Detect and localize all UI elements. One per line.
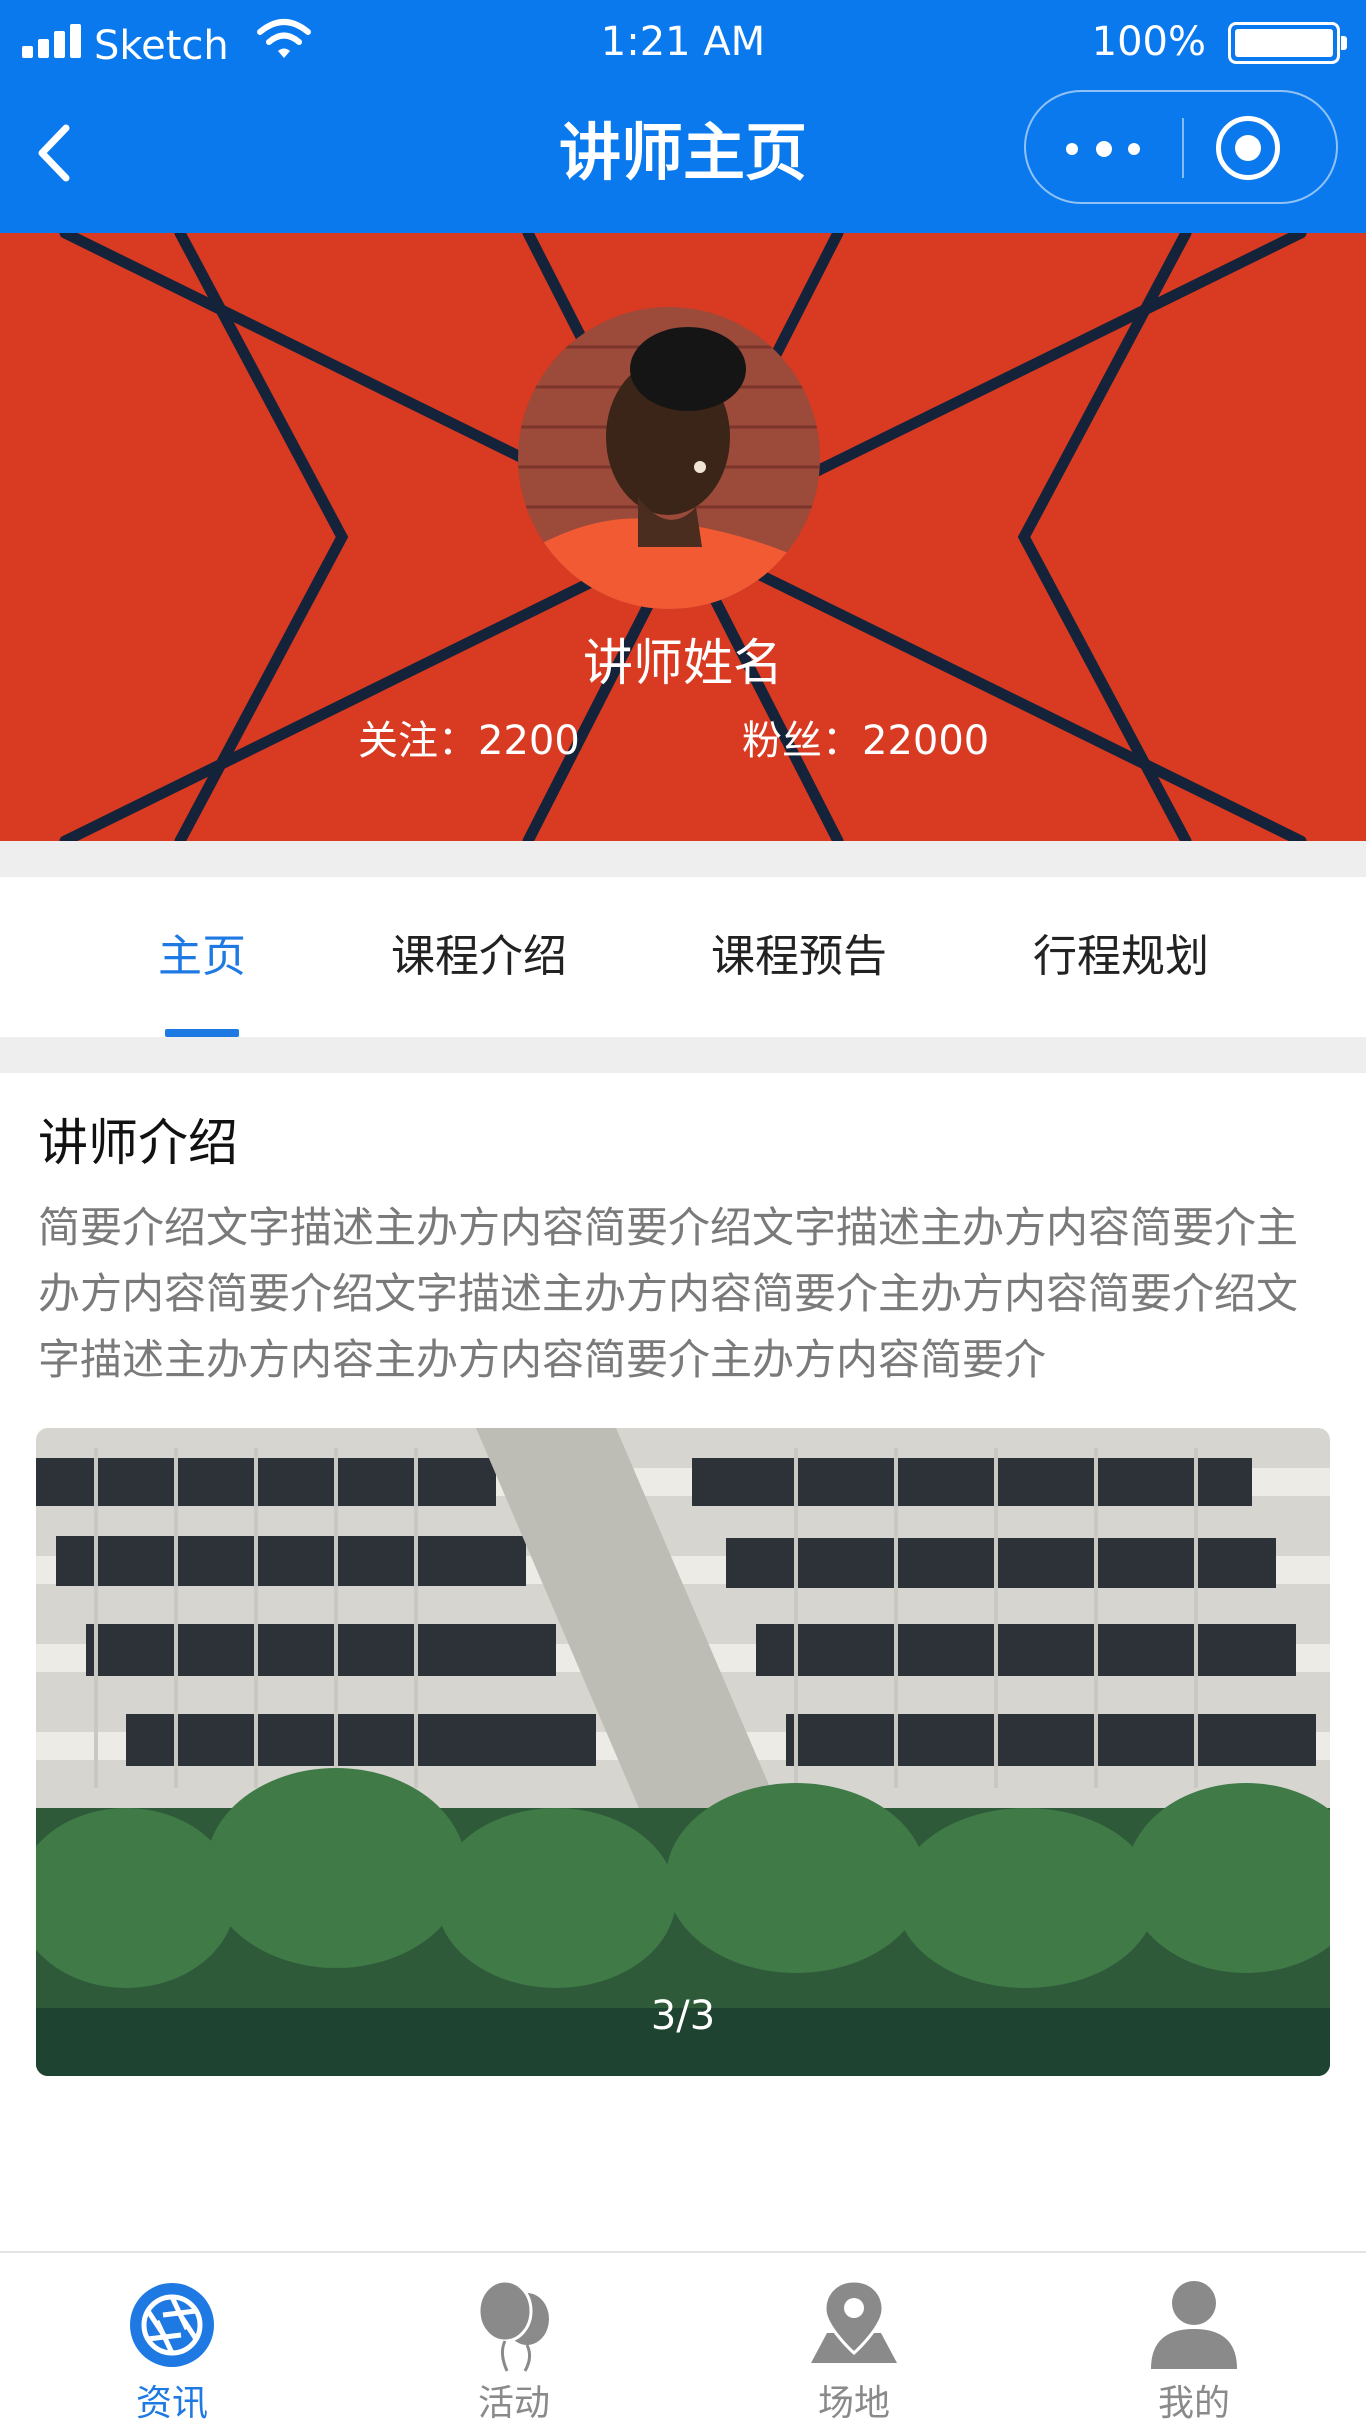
teacher-name: 讲师姓名 — [583, 634, 783, 692]
tabbar-item-venues[interactable]: 场地 — [754, 2253, 954, 2432]
tab-course-intro[interactable]: 课程介绍 — [368, 877, 590, 1037]
battery-icon — [1228, 22, 1347, 64]
battery-percent: 100% — [1091, 19, 1206, 65]
building-photo — [36, 1428, 1330, 2076]
tab-label: 课程预告 — [711, 931, 887, 982]
tabbar-label: 我的 — [1157, 2383, 1230, 2424]
avatar — [518, 307, 820, 609]
section-title: 讲师介绍 — [38, 1114, 238, 1172]
tabbar-item-news[interactable]: 资讯 — [72, 2253, 272, 2432]
profile-banner: 讲师姓名 关注：2200 粉丝：22000 — [0, 233, 1366, 841]
balloons-icon — [477, 2279, 549, 2372]
mini-program-capsule — [1024, 90, 1338, 204]
more-icon[interactable] — [1066, 116, 1152, 180]
tabbar-item-mine[interactable]: 我的 — [1094, 2253, 1294, 2432]
profile-tabs: 主页 课程介绍 课程预告 行程规划 — [0, 877, 1366, 1037]
tabbar-label: 资讯 — [135, 2383, 208, 2424]
tab-home[interactable]: 主页 — [120, 877, 284, 1037]
tabbar-item-activities[interactable]: 活动 — [414, 2253, 614, 2432]
tab-course-preview[interactable]: 课程预告 — [688, 877, 910, 1037]
section-divider — [0, 841, 1366, 877]
close-mini-program-icon[interactable] — [1216, 116, 1280, 180]
top-bar: Sketch 1:21 AM 100% 讲师主页 — [0, 0, 1366, 233]
tab-label: 主页 — [158, 931, 246, 982]
tab-schedule[interactable]: 行程规划 — [1010, 877, 1232, 1037]
section-divider — [0, 1037, 1366, 1073]
map-pin-icon — [811, 2279, 897, 2363]
followers-count[interactable]: 粉丝：22000 — [742, 713, 989, 769]
aperture-icon — [130, 2283, 214, 2367]
capsule-divider — [1182, 118, 1184, 178]
tabbar-label: 活动 — [477, 2383, 550, 2424]
bottom-tab-bar: 资讯 活动 场地 我的 — [0, 2251, 1366, 2432]
tabbar-label: 场地 — [817, 2383, 890, 2424]
gallery-image[interactable]: 3/3 — [36, 1428, 1330, 2076]
image-counter: 3/3 — [650, 1993, 716, 2039]
status-bar: Sketch 1:21 AM 100% — [0, 0, 1366, 85]
tab-label: 行程规划 — [1033, 931, 1209, 982]
user-icon — [1151, 2281, 1237, 2369]
tab-label: 课程介绍 — [391, 931, 567, 982]
section-description: 简要介绍文字描述主办方内容简要介绍文字描述主办方内容简要介主办方内容简要介绍文字… — [38, 1203, 1299, 1384]
active-tab-indicator — [165, 1029, 239, 1037]
following-count[interactable]: 关注：2200 — [358, 713, 580, 769]
